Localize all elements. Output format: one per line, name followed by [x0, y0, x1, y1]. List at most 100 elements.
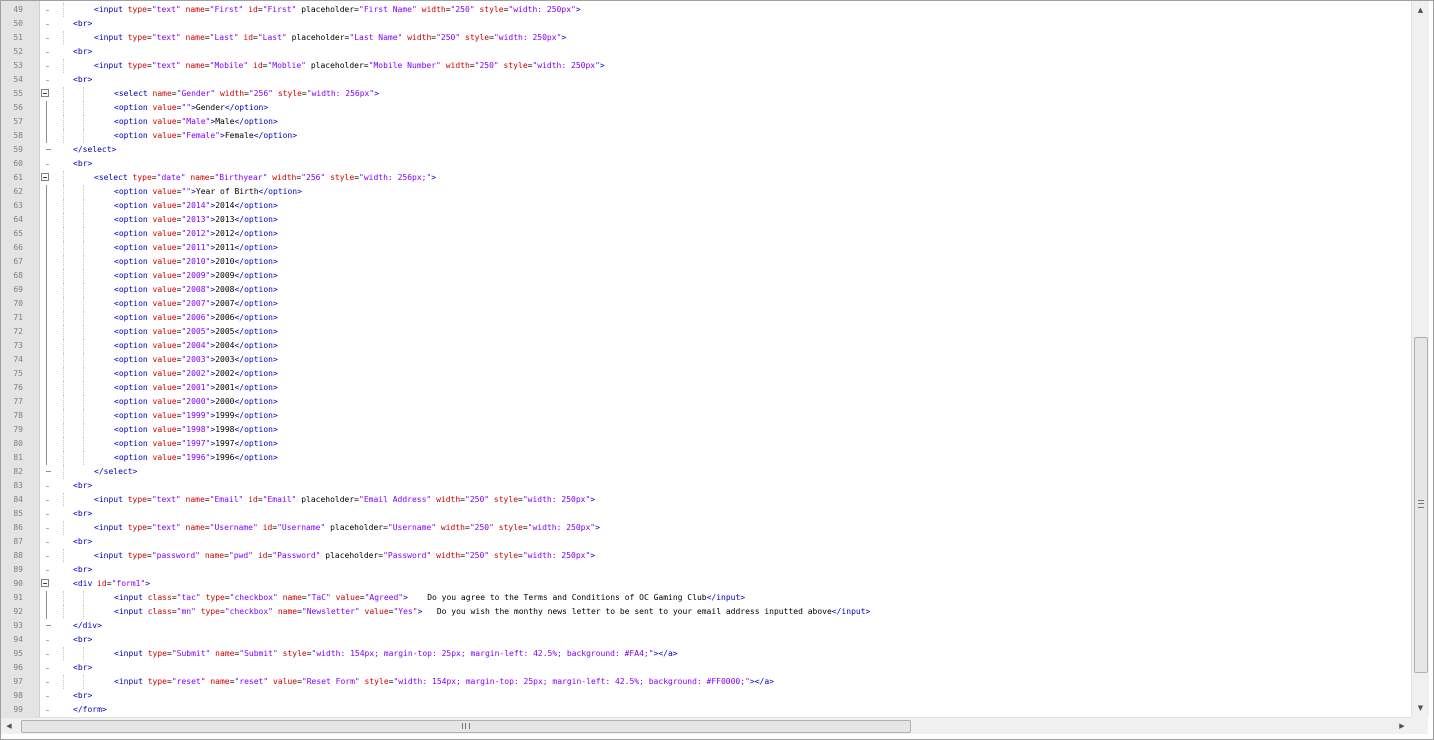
code-token: placeholder=: [296, 495, 359, 504]
code-token: 1996: [215, 453, 235, 462]
code-line[interactable]: 86 <input type="text" name="Username" id=…: [1, 521, 1411, 535]
code-line[interactable]: 99 </form>: [1, 703, 1411, 717]
code-text: <option value="Male">Male</option>: [114, 115, 278, 129]
fold-tick: [46, 696, 49, 697]
code-line[interactable]: 91 <input class="tac" type="checkbox" nam…: [1, 591, 1411, 605]
fold-toggle-icon[interactable]: [41, 173, 49, 181]
code-line[interactable]: 92 <input class="mn" type="checkbox" name…: [1, 605, 1411, 619]
code-line[interactable]: 95 <input type="Submit" name="Submit" sty…: [1, 647, 1411, 661]
code-line[interactable]: 94 <br>: [1, 633, 1411, 647]
line-number: 63: [13, 201, 23, 210]
indent-guide: [63, 31, 64, 45]
code-line[interactable]: 89 <br>: [1, 563, 1411, 577]
code-line[interactable]: 57 <option value="Male">Male</option>: [1, 115, 1411, 129]
code-line[interactable]: 72 <option value="2005">2005</option>: [1, 325, 1411, 339]
horizontal-scrollbar[interactable]: ◀ ▶: [1, 717, 1411, 734]
fold-end-marker: [46, 619, 51, 626]
vertical-scroll-thumb[interactable]: [1414, 337, 1428, 673]
code-line[interactable]: 50 <br>: [1, 17, 1411, 31]
code-line[interactable]: 71 <option value="2006">2006</option>: [1, 311, 1411, 325]
code-line[interactable]: 97 <input type="reset" name="reset" value…: [1, 675, 1411, 689]
indent-guide: [83, 451, 84, 465]
code-line[interactable]: 96 <br>: [1, 661, 1411, 675]
code-line[interactable]: 83 <br>: [1, 479, 1411, 493]
code-line[interactable]: 98 <br>: [1, 689, 1411, 703]
code-token: <select: [114, 89, 153, 98]
code-token: "First": [209, 5, 244, 14]
indent-guide: [63, 381, 64, 395]
scroll-up-arrow-icon[interactable]: ▲: [1412, 1, 1429, 18]
code-line[interactable]: 64 <option value="2013">2013</option>: [1, 213, 1411, 227]
code-line[interactable]: 49 <input type="text" name="First" id="Fi…: [1, 3, 1411, 17]
code-text: <input type="text" name="Last" id="Last"…: [94, 31, 566, 45]
code-text: <input type="Submit" name="Submit" style…: [114, 647, 678, 661]
code-line[interactable]: 73 <option value="2004">2004</option>: [1, 339, 1411, 353]
vertical-scrollbar[interactable]: ▲ ▼: [1411, 1, 1429, 717]
code-text: <option value="1997">1997</option>: [114, 437, 278, 451]
code-token: Male: [215, 117, 235, 126]
code-token: 2009: [215, 271, 235, 280]
code-token: "width: 250px": [508, 5, 576, 14]
code-line[interactable]: 79 <option value="1998">1998</option>: [1, 423, 1411, 437]
code-line[interactable]: 82 </select>: [1, 465, 1411, 479]
code-line[interactable]: 88 <input type="password" name="pwd" id="…: [1, 549, 1411, 563]
code-line[interactable]: 59 </select>: [1, 143, 1411, 157]
code-text: <select type="date" name="Birthyear" wid…: [94, 171, 436, 185]
code-editor[interactable]: 49 <input type="text" name="First" id="Fi…: [0, 0, 1434, 740]
code-line[interactable]: 68 <option value="2009">2009</option>: [1, 269, 1411, 283]
code-line[interactable]: 67 <option value="2010">2010</option>: [1, 255, 1411, 269]
code-line[interactable]: 53 <input type="text" name="Mobile" id="M…: [1, 59, 1411, 73]
code-line[interactable]: 61 <select type="date" name="Birthyear" w…: [1, 171, 1411, 185]
scroll-down-arrow-icon[interactable]: ▼: [1412, 699, 1429, 716]
code-token: type: [200, 607, 220, 616]
code-token: </option>: [234, 257, 278, 266]
indent-guide: [63, 325, 64, 339]
code-token: style: [503, 61, 528, 70]
horizontal-scroll-thumb[interactable]: [21, 720, 911, 733]
code-area[interactable]: 49 <input type="text" name="First" id="Fi…: [1, 3, 1411, 717]
code-token: </select>: [73, 145, 117, 154]
fold-toggle-icon[interactable]: [41, 89, 49, 97]
code-line[interactable]: 75 <option value="2002">2002</option>: [1, 367, 1411, 381]
code-line[interactable]: 56 <option value="">Gender</option>: [1, 101, 1411, 115]
code-line[interactable]: 65 <option value="2012">2012</option>: [1, 227, 1411, 241]
code-token: "1997": [181, 439, 211, 448]
code-line[interactable]: 58 <option value="Female">Female</option>: [1, 129, 1411, 143]
code-line[interactable]: 51 <input type="text" name="Last" id="Las…: [1, 31, 1411, 45]
scrollbar-corner: [1411, 717, 1428, 734]
line-number: 75: [13, 369, 23, 378]
code-token: "Password": [272, 551, 321, 560]
scroll-left-arrow-icon[interactable]: ◀: [1, 718, 17, 734]
code-line[interactable]: 77 <option value="2000">2000</option>: [1, 395, 1411, 409]
code-line[interactable]: 78 <option value="1999">1999</option>: [1, 409, 1411, 423]
fold-toggle-icon[interactable]: [41, 579, 49, 587]
indent-guide: [83, 367, 84, 381]
code-line[interactable]: 62 <option value="">Year of Birth</option…: [1, 185, 1411, 199]
code-token: "checkbox": [229, 593, 278, 602]
code-line[interactable]: 63 <option value="2014">2014</option>: [1, 199, 1411, 213]
code-line[interactable]: 70 <option value="2007">2007</option>: [1, 297, 1411, 311]
code-line[interactable]: 74 <option value="2003">2003</option>: [1, 353, 1411, 367]
code-line[interactable]: 55 <select name="Gender" width="256" styl…: [1, 87, 1411, 101]
code-token: "2012": [181, 229, 211, 238]
code-line[interactable]: 60 <br>: [1, 157, 1411, 171]
code-line[interactable]: 54 <br>: [1, 73, 1411, 87]
code-token: id: [248, 5, 258, 14]
code-line[interactable]: 81 <option value="1996">1996</option>: [1, 451, 1411, 465]
code-line[interactable]: 84 <input type="text" name="Email" id="Em…: [1, 493, 1411, 507]
code-line[interactable]: 80 <option value="1997">1997</option>: [1, 437, 1411, 451]
code-line[interactable]: 52 <br>: [1, 45, 1411, 59]
code-line[interactable]: 90 <div id="form1">: [1, 577, 1411, 591]
line-number: 60: [13, 159, 23, 168]
code-line[interactable]: 69 <option value="2008">2008</option>: [1, 283, 1411, 297]
code-line[interactable]: 93 </div>: [1, 619, 1411, 633]
code-line[interactable]: 76 <option value="2001">2001</option>: [1, 381, 1411, 395]
scroll-right-arrow-icon[interactable]: ▶: [1394, 718, 1410, 734]
code-text: <option value="2007">2007</option>: [114, 297, 278, 311]
code-line[interactable]: 66 <option value="2011">2011</option>: [1, 241, 1411, 255]
code-token: </input>: [831, 607, 871, 616]
code-line[interactable]: 87 <br>: [1, 535, 1411, 549]
code-line[interactable]: 85 <br>: [1, 507, 1411, 521]
code-text: <option value="2009">2009</option>: [114, 269, 278, 283]
code-token: width: [407, 33, 432, 42]
